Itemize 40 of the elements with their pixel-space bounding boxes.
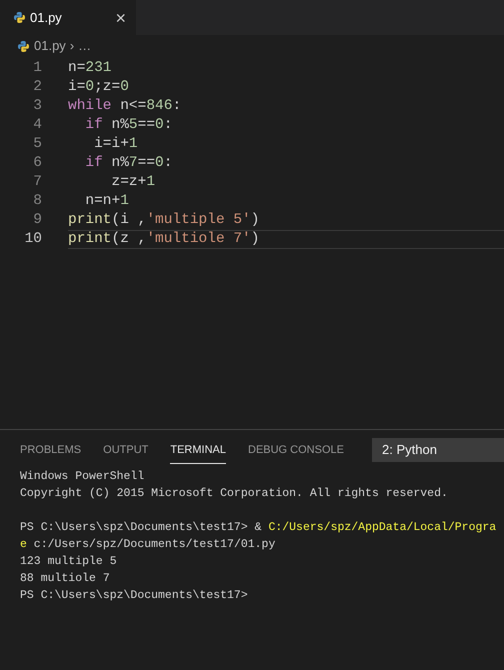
code-line: n=n+1 [84, 192, 130, 211]
line-number: 8 [32, 192, 42, 211]
tab-label: 01.py [30, 8, 62, 27]
code-line: if n%5==0: [84, 116, 174, 135]
line-number: 3 [32, 97, 42, 116]
line-number: 2 [32, 78, 42, 97]
terminal-line: PS C:\Users\spz\Documents\test17> [20, 588, 249, 604]
close-button[interactable]: × [115, 8, 126, 26]
code-line: i=0;z=0 [68, 78, 130, 97]
breadcrumb-item[interactable]: … [78, 36, 92, 56]
code-line: i=i+1 [93, 135, 139, 154]
code-line: print(z ,'multiole 7') [68, 230, 504, 249]
line-number: 7 [32, 173, 42, 192]
panel-tab[interactable]: TERMINAL [170, 436, 226, 464]
panel-tab[interactable]: PROBLEMS [20, 436, 82, 464]
line-number: 1 [32, 59, 42, 78]
terminal-dropdown[interactable]: 2: Python [372, 438, 504, 462]
code-line: while n<=846: [68, 97, 182, 116]
panel-tab[interactable]: OUTPUT [103, 436, 148, 464]
line-number: 10 [24, 230, 42, 249]
code-line: print(i ,'multiple 5') [68, 211, 260, 230]
breadcrumb-item[interactable]: 01.py [34, 36, 66, 56]
python-file-icon [14, 12, 25, 23]
editor-tab[interactable]: 01.py × [0, 0, 136, 35]
terminal-line: Windows PowerShell [20, 468, 146, 484]
line-number: 5 [32, 135, 42, 154]
terminal-line: 88 multiole 7 [20, 570, 111, 586]
terminal-line: PS C:\Users\spz\Documents\test17> & C:/Users/spz/AppData/Local/Progra [20, 520, 498, 536]
line-number: 6 [32, 154, 42, 173]
python-file-icon [18, 40, 29, 52]
terminal-line: e c:/Users/spz/Documents/test17/01.py [20, 536, 276, 552]
terminal-line: Copyright (C) 2015 Microsoft Corporation. All rights reserved. [20, 486, 449, 502]
terminal-line: 123 multiple 5 [20, 554, 118, 570]
code-line: if n%7==0: [84, 154, 174, 173]
code-line: n=231 [68, 59, 113, 78]
code-line: z=z+1 [110, 173, 156, 192]
line-number: 9 [32, 211, 42, 230]
line-number: 4 [32, 116, 42, 135]
panel-tab[interactable]: DEBUG CONSOLE [248, 436, 344, 464]
chevron-icon: › [70, 36, 74, 56]
